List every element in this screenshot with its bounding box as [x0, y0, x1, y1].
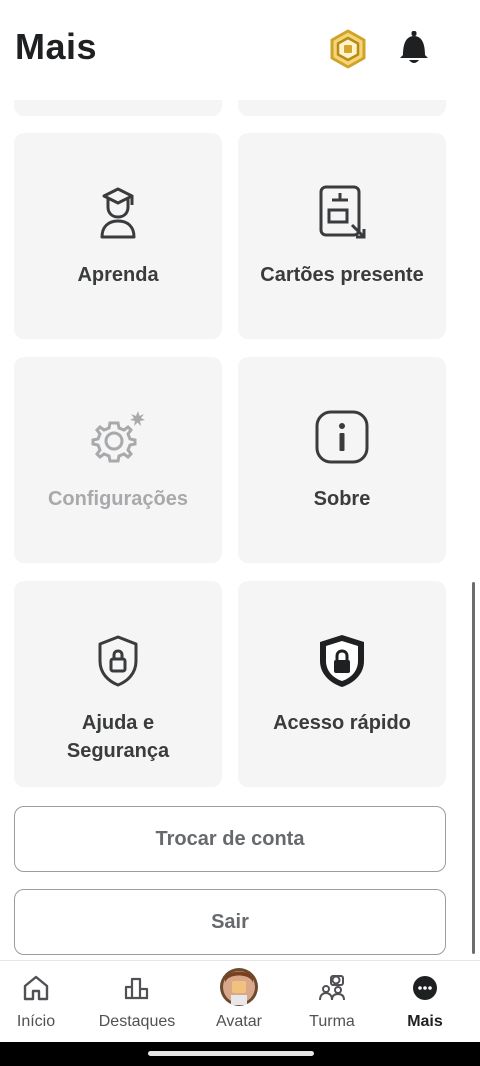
nav-label: Início [16, 1013, 56, 1030]
scrollbar[interactable] [472, 582, 475, 954]
nav-label: Mais [407, 1013, 443, 1030]
logout-button[interactable]: Sair [14, 889, 446, 955]
more-menu-scroll[interactable]: Aprenda Cartões presente Configurações S… [0, 100, 480, 960]
tile-label: Aprenda [77, 264, 159, 286]
info-icon [315, 410, 369, 464]
shield-lock-icon [98, 635, 138, 687]
nav-friends[interactable]: Turma [284, 961, 380, 1043]
tile-label: Configurações [47, 488, 189, 510]
tile-label: Cartões presente [260, 264, 424, 286]
tile-quick-access[interactable]: Acesso rápido [238, 581, 446, 787]
tile-gift-cards[interactable]: Cartões presente [238, 133, 446, 339]
home-icon [23, 975, 49, 1001]
page-title: Mais [15, 26, 98, 67]
tile-label: Sobre [313, 488, 371, 510]
tile-label: Acesso rápido [273, 712, 411, 734]
charts-icon [124, 977, 149, 1000]
tile-learn[interactable]: Aprenda [14, 133, 222, 339]
nav-home[interactable]: Início [0, 961, 84, 1043]
avatar-icon [220, 968, 258, 1006]
tile-settings[interactable]: Configurações [14, 357, 222, 563]
tile-label-line1: Ajuda e [81, 712, 155, 734]
robux-icon [330, 29, 366, 69]
tile-partial-right[interactable] [238, 100, 446, 116]
nav-label: Avatar [216, 1013, 262, 1030]
nav-label: Destaques [98, 1013, 176, 1030]
gift-card-icon [319, 185, 366, 239]
nav-avatar[interactable]: Avatar [191, 961, 287, 1043]
tile-help-safety[interactable]: Ajuda e Segurança [14, 581, 222, 787]
home-indicator[interactable] [148, 1051, 314, 1056]
robux-button[interactable] [328, 28, 368, 70]
bell-icon [400, 31, 428, 63]
notifications-button[interactable] [394, 28, 434, 68]
shield-lock-filled-icon [320, 635, 364, 687]
settings-gear-icon [91, 411, 145, 463]
tile-partial-left[interactable] [14, 100, 222, 116]
switch-account-button[interactable]: Trocar de conta [14, 806, 446, 872]
more-icon [413, 976, 437, 1000]
tile-label-line2: Segurança [66, 740, 170, 762]
bottom-nav: Início Destaques Avatar Turma Mais [0, 960, 480, 1042]
nav-charts[interactable]: Destaques [89, 961, 185, 1043]
nav-more[interactable]: Mais [377, 961, 473, 1043]
graduation-cap-icon [100, 187, 136, 239]
top-header: Mais [0, 0, 480, 100]
tile-about[interactable]: Sobre [238, 357, 446, 563]
nav-label: Turma [309, 1013, 355, 1030]
friends-icon [319, 975, 345, 1001]
system-gesture-bar [0, 1042, 480, 1066]
